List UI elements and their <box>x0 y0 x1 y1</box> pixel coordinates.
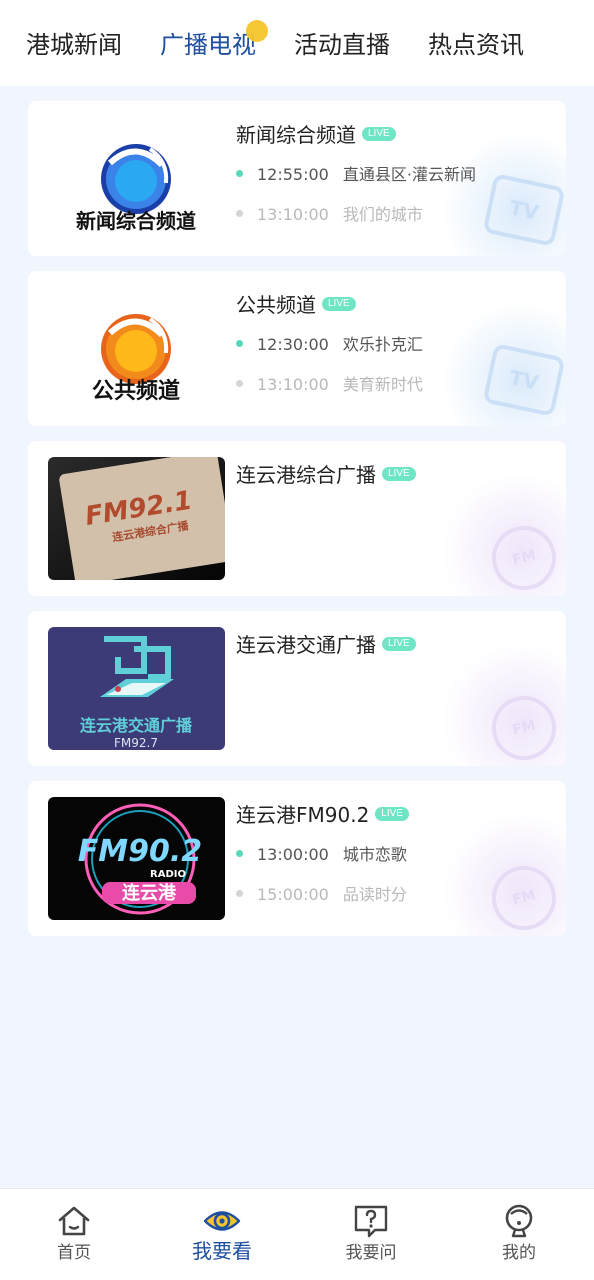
logo-text: 公共频道 <box>92 378 180 404</box>
program-name: 美育新时代 <box>342 375 423 394</box>
program-time: 13:10:00 <box>257 205 329 224</box>
channel-title: 连云港交通广播 LIVE <box>236 631 416 659</box>
profile-icon <box>505 1204 533 1238</box>
home-icon <box>58 1206 90 1236</box>
channel-logo: FM92.1 连云港综合广播 <box>48 457 225 580</box>
nav-ask-label: 我要问 <box>345 1243 397 1263</box>
status-dot <box>236 380 243 387</box>
top-tab-bar: 港城新闻 广播电视 活动直播 热点资讯 <box>0 0 594 86</box>
nav-home[interactable]: 首页 <box>14 1189 134 1280</box>
status-dot <box>236 210 243 217</box>
nav-mine[interactable]: 我的 <box>459 1189 579 1280</box>
live-badge: LIVE <box>382 636 416 651</box>
program-time: 13:00:00 <box>257 845 329 864</box>
channel-title-text: 公共频道 <box>236 293 316 317</box>
logo-text: FM90.2 <box>78 834 202 869</box>
tab-port-news[interactable]: 港城新闻 <box>26 28 122 62</box>
tab-broadcast-tv[interactable]: 广播电视 <box>160 28 256 62</box>
program-current: 13:00:00 城市恋歌 <box>236 844 407 866</box>
live-badge: LIVE <box>322 296 356 311</box>
eye-icon <box>203 1211 241 1231</box>
nav-watch-label: 我要看 <box>192 1239 252 1263</box>
status-dot <box>236 850 243 857</box>
status-dot <box>236 170 243 177</box>
program-name: 品读时分 <box>342 885 407 904</box>
program-next: 13:10:00 我们的城市 <box>236 204 423 226</box>
channel-title: 连云港综合广播 LIVE <box>236 461 416 489</box>
channel-title-text: 连云港综合广播 <box>236 463 376 487</box>
program-next: 13:10:00 美育新时代 <box>236 374 423 396</box>
logo-text: 连云港交通广播 <box>80 716 193 735</box>
live-badge: LIVE <box>362 126 396 141</box>
program-name: 城市恋歌 <box>342 845 407 864</box>
logo-subtext: FM92.7 <box>114 736 158 750</box>
channel-title-text: 连云港交通广播 <box>236 633 376 657</box>
nav-ask[interactable]: 我要问 <box>311 1189 431 1280</box>
tab-live-events[interactable]: 活动直播 <box>294 28 390 62</box>
channel-card[interactable]: TV 新闻综合频道 新闻综合频道 LIVE 12:55:00 直通县区·灌云新闻 1… <box>28 101 566 256</box>
channel-logo: 新闻综合频道 <box>48 117 225 240</box>
channel-logo: FM90.2 RADIO 连云港 <box>48 797 225 920</box>
channel-card[interactable]: TV 公共频道 公共频道 LIVE 12:30:00 欢乐扑克汇 13:10:00 美… <box>28 271 566 426</box>
program-time: 12:30:00 <box>257 335 329 354</box>
channel-logo: 公共频道 <box>48 287 225 410</box>
channel-logo: 连云港交通广播 FM92.7 <box>48 627 225 750</box>
channel-card[interactable]: FM 连云港交通广播 FM92.7 连云港交通广播 LIVE <box>28 611 566 766</box>
status-dot <box>236 890 243 897</box>
nav-home-label: 首页 <box>57 1243 91 1263</box>
status-dot <box>236 340 243 347</box>
live-badge: LIVE <box>382 466 416 481</box>
live-badge: LIVE <box>375 806 409 821</box>
channel-title: 公共频道 LIVE <box>236 291 356 319</box>
program-time: 13:10:00 <box>257 375 329 394</box>
channel-title: 连云港FM90.2 LIVE <box>236 801 409 829</box>
program-name: 欢乐扑克汇 <box>342 335 423 354</box>
channel-card[interactable]: FM FM90.2 RADIO 连云港 连云港FM90.2 LIVE 13:00:… <box>28 781 566 936</box>
channel-title: 新闻综合频道 LIVE <box>236 121 396 149</box>
app-screen: 港城新闻 广播电视 活动直播 热点资讯 TV 新闻综合频道 新闻综合频道 LIVE… <box>0 0 594 1280</box>
channel-card[interactable]: FM FM92.1 连云港综合广播 连云港综合广播 LIVE <box>28 441 566 596</box>
logo-city-text: 连云港 <box>122 882 177 904</box>
bottom-navigation: 首页 我要看 我要问 我的 <box>0 1188 594 1280</box>
logo-text: 新闻综合频道 <box>76 209 196 233</box>
logo-radio-text: RADIO <box>150 869 186 880</box>
program-current: 12:55:00 直通县区·灌云新闻 <box>236 164 476 186</box>
tab-hot-news[interactable]: 热点资讯 <box>428 28 524 62</box>
program-current: 12:30:00 欢乐扑克汇 <box>236 334 423 356</box>
program-next: 15:00:00 品读时分 <box>236 884 407 906</box>
program-time: 12:55:00 <box>257 165 329 184</box>
program-name: 直通县区·灌云新闻 <box>342 165 476 184</box>
nav-watch[interactable]: 我要看 <box>162 1189 282 1280</box>
channel-title-text: 连云港FM90.2 <box>236 803 370 827</box>
nav-mine-label: 我的 <box>502 1243 536 1263</box>
program-time: 15:00:00 <box>257 885 329 904</box>
notification-dot <box>246 20 268 42</box>
question-bubble-icon <box>354 1205 388 1238</box>
program-name: 我们的城市 <box>342 205 423 224</box>
channel-title-text: 新闻综合频道 <box>236 123 356 147</box>
